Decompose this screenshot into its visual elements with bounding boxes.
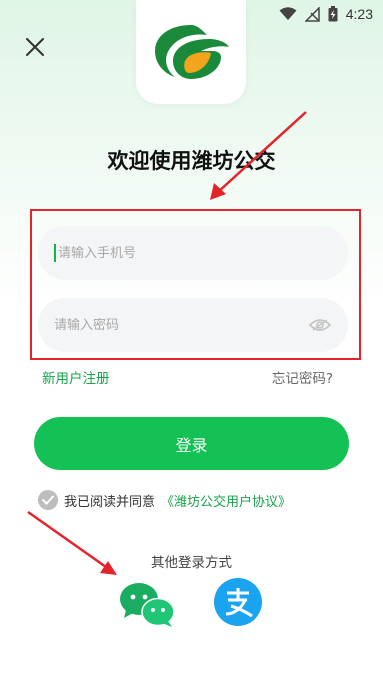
check-icon	[42, 495, 54, 505]
text-caret	[54, 244, 56, 262]
alipay-login-button[interactable]	[214, 578, 262, 626]
phone-input-container[interactable]	[38, 226, 348, 280]
alipay-icon	[214, 578, 262, 626]
welcome-title: 欢迎使用潍坊公交	[107, 149, 276, 173]
eye-hidden-icon	[309, 319, 332, 331]
password-visibility-toggle[interactable]	[308, 312, 332, 338]
phone-input[interactable]	[57, 245, 332, 261]
status-time: 4:23	[345, 6, 373, 22]
agreement-row: 我已阅读并同意 《潍坊公交用户协议》	[38, 490, 291, 510]
wifi-icon	[279, 7, 297, 21]
battery-charging-icon	[328, 6, 338, 22]
wechat-icon	[120, 583, 175, 627]
close-icon	[26, 38, 44, 56]
wechat-login-button[interactable]	[118, 580, 176, 628]
login-button[interactable]: 登录	[34, 417, 349, 470]
app-logo	[136, 0, 246, 104]
forgot-password-link[interactable]: 忘记密码?	[272, 367, 333, 387]
close-button[interactable]	[22, 34, 48, 60]
password-input-container[interactable]	[38, 298, 348, 352]
register-link[interactable]: 新用户注册	[42, 367, 110, 387]
password-input[interactable]	[54, 317, 309, 333]
other-login-label: 其他登录方式	[151, 555, 232, 571]
agreement-checkbox[interactable]	[38, 490, 58, 510]
agreement-text: 我已阅读并同意	[64, 494, 156, 510]
user-agreement-link[interactable]: 《潍坊公交用户协议》	[161, 491, 291, 510]
annotation-arrow-top-head	[210, 183, 226, 200]
weifang-bus-logo	[155, 25, 229, 79]
no-signal-icon	[304, 6, 320, 22]
